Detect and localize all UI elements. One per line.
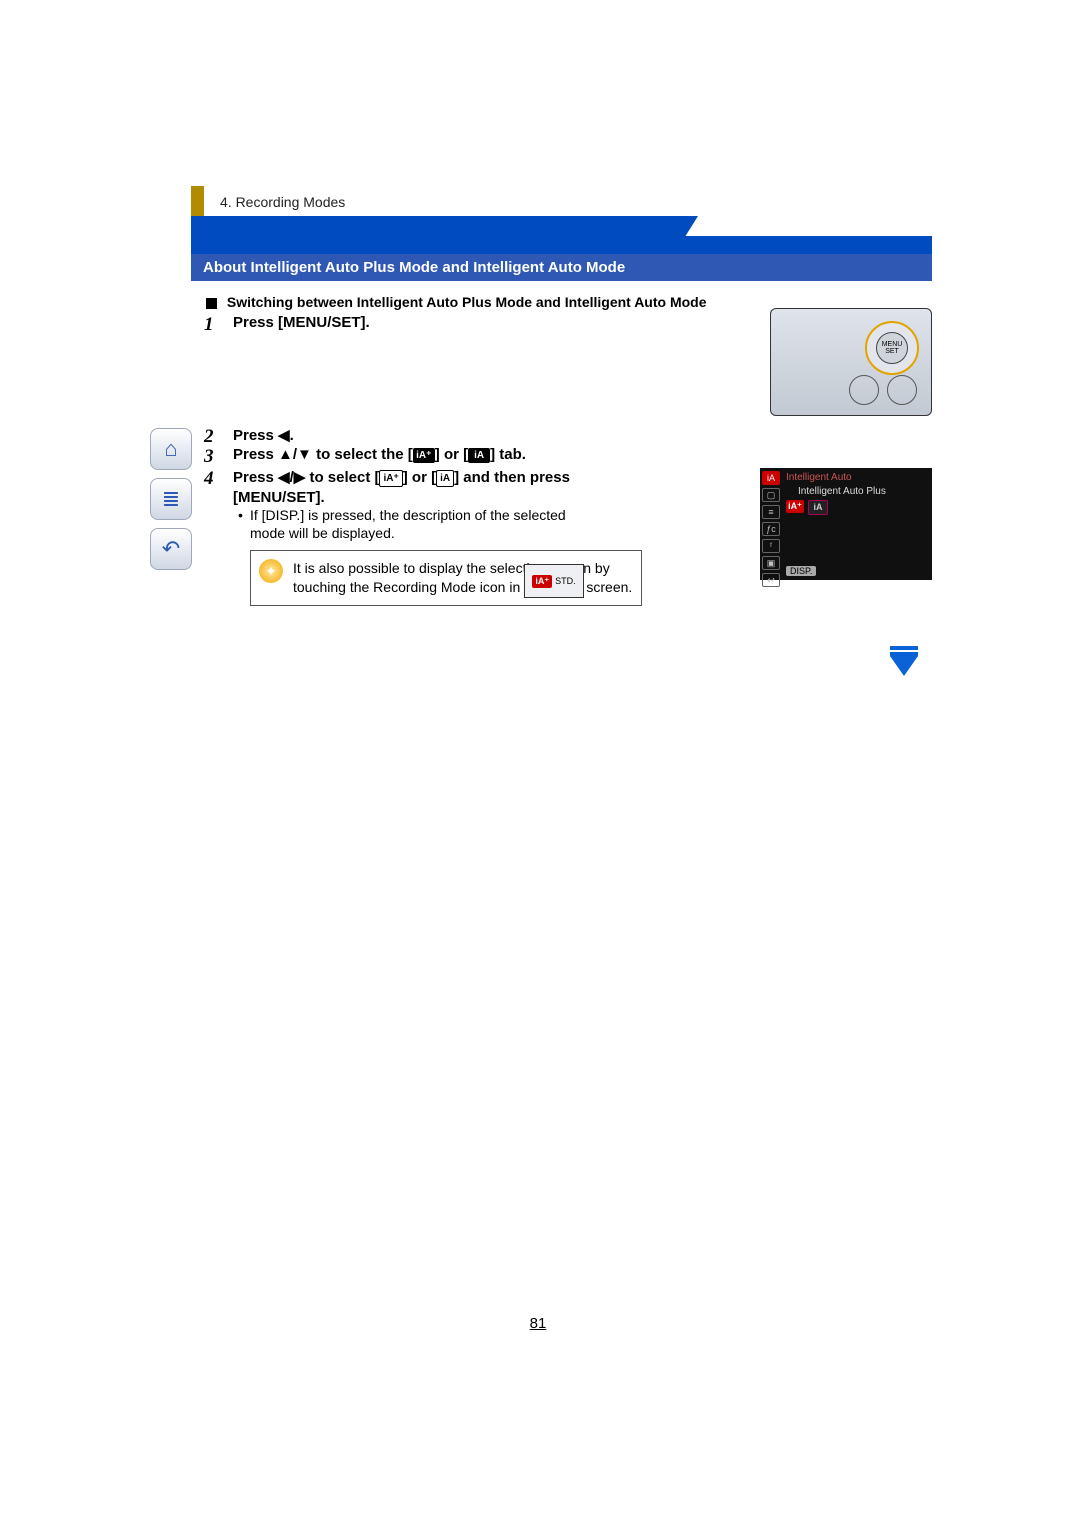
menu-tab-icon: ▣ xyxy=(762,556,780,570)
step-1: 1 Press [MENU/SET]. xyxy=(207,314,370,331)
menu-set-button-icon: MENU SET xyxy=(876,332,908,364)
ia-badge-icon: iA xyxy=(808,500,828,515)
manual-page: 4. Recording Modes About Intelligent Aut… xyxy=(144,172,932,1356)
step-3: 3 Press ▲/▼ to select the [iA⁺] or [iA] … xyxy=(207,446,526,463)
menu-header: Intelligent Auto xyxy=(786,472,852,483)
menu-tab-icon: ᶠ xyxy=(762,539,780,553)
step-2: 2 Press ◀. xyxy=(207,426,294,444)
control-dial: MENU SET xyxy=(865,321,919,375)
page-number[interactable]: 81 xyxy=(144,1315,932,1332)
t: ] or [ xyxy=(435,446,468,463)
menu-tab-icon: ↩ xyxy=(762,573,780,587)
dial-circle xyxy=(849,375,879,405)
menu-option: Intelligent Auto Plus xyxy=(798,486,886,497)
ia-plus-badge-icon: iA⁺ xyxy=(786,500,804,513)
menu-tab-icon: ▢ xyxy=(762,488,780,502)
breadcrumb: 4. Recording Modes xyxy=(220,194,345,210)
step-text: Press ▲/▼ to select the [iA⁺] or [iA] ta… xyxy=(233,446,526,463)
t: ] and then press xyxy=(454,469,570,486)
t: Press xyxy=(233,469,278,486)
step-note: If [DISP.] is pressed, the description o… xyxy=(250,506,600,542)
t: . xyxy=(290,427,294,444)
std-label: STD. xyxy=(555,576,576,586)
t: ] or [ xyxy=(403,469,436,486)
menu-tabs: iA ▢ ≡ ƒc ᶠ ▣ ↩ xyxy=(762,471,780,577)
step-text: Press ◀. xyxy=(233,427,294,444)
arrow-left-right-icon: ◀/▶ xyxy=(278,469,305,486)
menu-selection-row: iA⁺ iA xyxy=(786,500,828,515)
arrow-up-down-icon: ▲/▼ xyxy=(278,446,312,463)
continue-arrow-icon xyxy=(890,656,918,676)
tip-bulb-icon: ✦ xyxy=(259,559,283,583)
step-number: 2 xyxy=(204,426,226,448)
t: to select the [ xyxy=(312,446,413,463)
sub-heading-text: Switching between Intelligent Auto Plus … xyxy=(227,294,707,310)
menu-tab-icon: iA xyxy=(762,471,780,485)
ia-plus-badge-icon: iA⁺ xyxy=(379,470,402,487)
t: Press xyxy=(233,427,278,444)
step-text: Press ◀/▶ to select [iA⁺] or [iA] and th… xyxy=(233,468,603,507)
step-number: 4 xyxy=(204,468,226,490)
menu-tab-icon: ≡ xyxy=(762,505,780,519)
dial-circle xyxy=(887,375,917,405)
t: [MENU/SET]. xyxy=(233,489,325,506)
disp-label: DISP. xyxy=(786,566,816,576)
ia-plus-badge-icon: iA⁺ xyxy=(532,575,552,588)
section-heading: About Intelligent Auto Plus Mode and Int… xyxy=(191,254,932,281)
camera-back-illustration: MENU SET xyxy=(770,308,932,416)
ia-badge-icon: iA xyxy=(436,470,454,487)
camera-menu-screenshot: iA ▢ ≡ ƒc ᶠ ▣ ↩ Intelligent Auto Intelli… xyxy=(760,468,932,580)
header-band xyxy=(191,216,932,254)
menu-tab-icon: ƒc xyxy=(762,522,780,536)
ia-badge-icon: iA xyxy=(468,448,490,463)
arrow-left-icon: ◀ xyxy=(278,427,290,444)
sub-heading: Switching between Intelligent Auto Plus … xyxy=(206,294,707,310)
ia-plus-badge-icon: iA⁺ xyxy=(413,448,435,463)
step-number: 1 xyxy=(204,314,226,336)
touch-mode-illustration: iA⁺ STD. xyxy=(524,564,584,598)
step-4: 4 Press ◀/▶ to select [iA⁺] or [iA] and … xyxy=(207,468,603,507)
step-number: 3 xyxy=(204,446,226,468)
t: Press xyxy=(233,446,278,463)
t: to select [ xyxy=(305,469,379,486)
step-text: Press [MENU/SET]. xyxy=(233,314,370,331)
bullet-square-icon xyxy=(206,298,217,309)
t: ] tab. xyxy=(490,446,526,463)
